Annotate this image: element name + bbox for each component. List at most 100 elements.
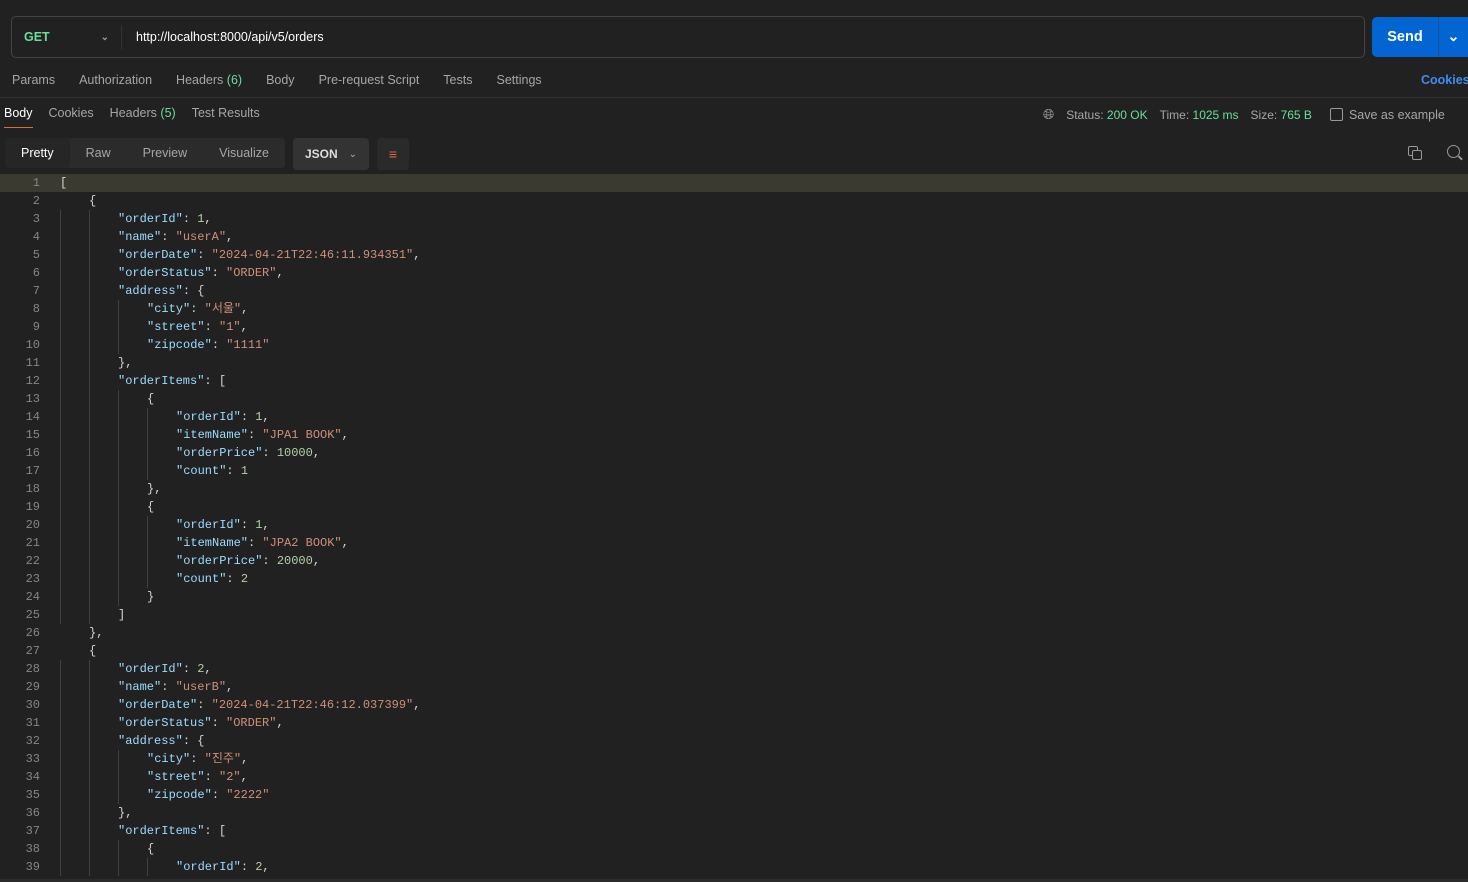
indent-guide	[89, 390, 90, 408]
tab-settings[interactable]: Settings	[496, 73, 541, 87]
indent-guide	[89, 372, 90, 390]
line-number: 3	[32, 212, 40, 226]
indent-guide	[118, 318, 119, 336]
indent-guide	[60, 408, 61, 426]
line-number: 2	[32, 194, 40, 208]
line-number: 17	[25, 464, 40, 478]
line-number: 9	[32, 320, 40, 334]
copy-icon[interactable]	[1408, 146, 1422, 160]
indent-guide	[89, 750, 90, 768]
status-value[interactable]: 200 OK	[1107, 108, 1148, 122]
request-tabs: Params Authorization Headers (6) Body Pre-re…	[12, 73, 566, 87]
method-select[interactable]: GET ⌄	[12, 25, 122, 49]
indent-guide	[60, 588, 61, 606]
line-number: 5	[32, 248, 40, 262]
chevron-down-icon: ⌄	[100, 31, 109, 43]
tab-headers[interactable]: Headers (6)	[176, 73, 242, 87]
send-dropdown-chevron-icon[interactable]: ⌄	[1439, 17, 1468, 57]
indent-guide	[118, 768, 119, 786]
indent-guide	[60, 822, 61, 840]
indent-guide	[60, 300, 61, 318]
code-line: 5 "orderDate": "2024-04-21T22:46:11.93435…	[0, 246, 1468, 264]
code-line: 33 "city": "진주",	[0, 750, 1468, 768]
code-text: "orderItems": [	[118, 374, 227, 388]
url-input[interactable]: http://localhost:8000/api/v5/orders	[122, 30, 324, 44]
code-line: 38 {	[0, 840, 1468, 858]
line-number: 15	[25, 428, 40, 442]
indent-guide	[89, 588, 90, 606]
indent-guide	[89, 714, 90, 732]
code-text: "orderStatus": "ORDER",	[118, 716, 284, 730]
line-number: 26	[25, 626, 40, 640]
code-line: 16 "orderPrice": 10000,	[0, 444, 1468, 462]
tab-pre-request-script[interactable]: Pre-request Script	[319, 73, 420, 87]
indent-guide	[89, 732, 90, 750]
tab-params[interactable]: Params	[12, 73, 55, 87]
request-bar: GET ⌄ http://localhost:8000/api/v5/order…	[11, 16, 1365, 58]
indent-guide	[89, 678, 90, 696]
response-body-editor[interactable]: 1[2{3 "orderId": 1, 4 "name": "userA", 5 "ord…	[0, 174, 1468, 879]
view-mode-pretty[interactable]: Pretty	[5, 138, 70, 168]
save-as-example-button[interactable]: Save as example	[1329, 108, 1445, 122]
wrap-lines-button[interactable]: ≡	[377, 138, 409, 170]
response-tab-body[interactable]: Body	[4, 106, 33, 128]
indent-guide	[89, 210, 90, 228]
search-icon[interactable]	[1447, 145, 1463, 161]
code-text: },	[118, 806, 133, 820]
tab-authorization[interactable]: Authorization	[79, 73, 152, 87]
indent-guide	[89, 552, 90, 570]
code-text: "name": "userA",	[118, 230, 234, 244]
tab-count: (5)	[160, 106, 176, 120]
code-line: 14 "orderId": 1,	[0, 408, 1468, 426]
indent-guide	[89, 840, 90, 858]
send-button[interactable]: Send ⌄	[1372, 17, 1468, 57]
code-text: {	[89, 644, 97, 658]
indent-guide	[60, 336, 61, 354]
indent-guide	[118, 498, 119, 516]
indent-guide	[89, 570, 90, 588]
indent-guide	[89, 768, 90, 786]
globe-icon[interactable]: 🌐︎	[1043, 106, 1054, 123]
indent-guide	[89, 660, 90, 678]
response-tab-test-results[interactable]: Test Results	[192, 106, 260, 128]
code-line: 8 "city": "서울",	[0, 300, 1468, 318]
chevron-down-icon: ⌄	[348, 148, 357, 160]
indent-guide	[89, 786, 90, 804]
code-line: 3 "orderId": 1,	[0, 210, 1468, 228]
code-line: 7 "address": {	[0, 282, 1468, 300]
tab-label: Test Results	[191, 106, 260, 120]
cookies-link[interactable]: Cookies	[1421, 73, 1468, 87]
tab-label: Body	[4, 106, 33, 120]
tab-label: Tests	[443, 73, 473, 87]
code-line: 2{	[0, 192, 1468, 210]
format-select[interactable]: JSON ⌄	[293, 138, 369, 170]
code-text: "street": "2",	[147, 770, 248, 784]
line-number: 18	[25, 482, 40, 496]
view-mode-raw[interactable]: Raw	[70, 138, 127, 168]
indent-guide	[89, 318, 90, 336]
indent-guide	[118, 426, 119, 444]
code-text: }	[147, 590, 155, 604]
line-number: 33	[25, 752, 40, 766]
line-number: 39	[25, 860, 40, 874]
code-text: "orderId": 1,	[176, 410, 270, 424]
indent-guide	[60, 444, 61, 462]
code-text: "orderId": 1,	[176, 518, 270, 532]
view-mode-preview[interactable]: Preview	[127, 138, 203, 168]
tab-body[interactable]: Body	[266, 73, 295, 87]
view-mode-visualize[interactable]: Visualize	[203, 138, 285, 168]
code-line: 36},	[0, 804, 1468, 822]
size-value[interactable]: 765 B	[1281, 108, 1312, 122]
indent-guide	[60, 264, 61, 282]
response-tab-headers[interactable]: Headers (5)	[110, 106, 176, 128]
line-number: 35	[25, 788, 40, 802]
indent-guide	[147, 462, 148, 480]
size-label: Size:	[1250, 107, 1278, 122]
time-value[interactable]: 1025 ms	[1193, 108, 1239, 122]
indent-guide	[60, 606, 61, 624]
code-line: 35 "zipcode": "2222"	[0, 786, 1468, 804]
response-tab-cookies[interactable]: Cookies	[49, 106, 94, 128]
indent-guide	[60, 534, 61, 552]
tab-tests[interactable]: Tests	[443, 73, 472, 87]
indent-guide	[60, 552, 61, 570]
